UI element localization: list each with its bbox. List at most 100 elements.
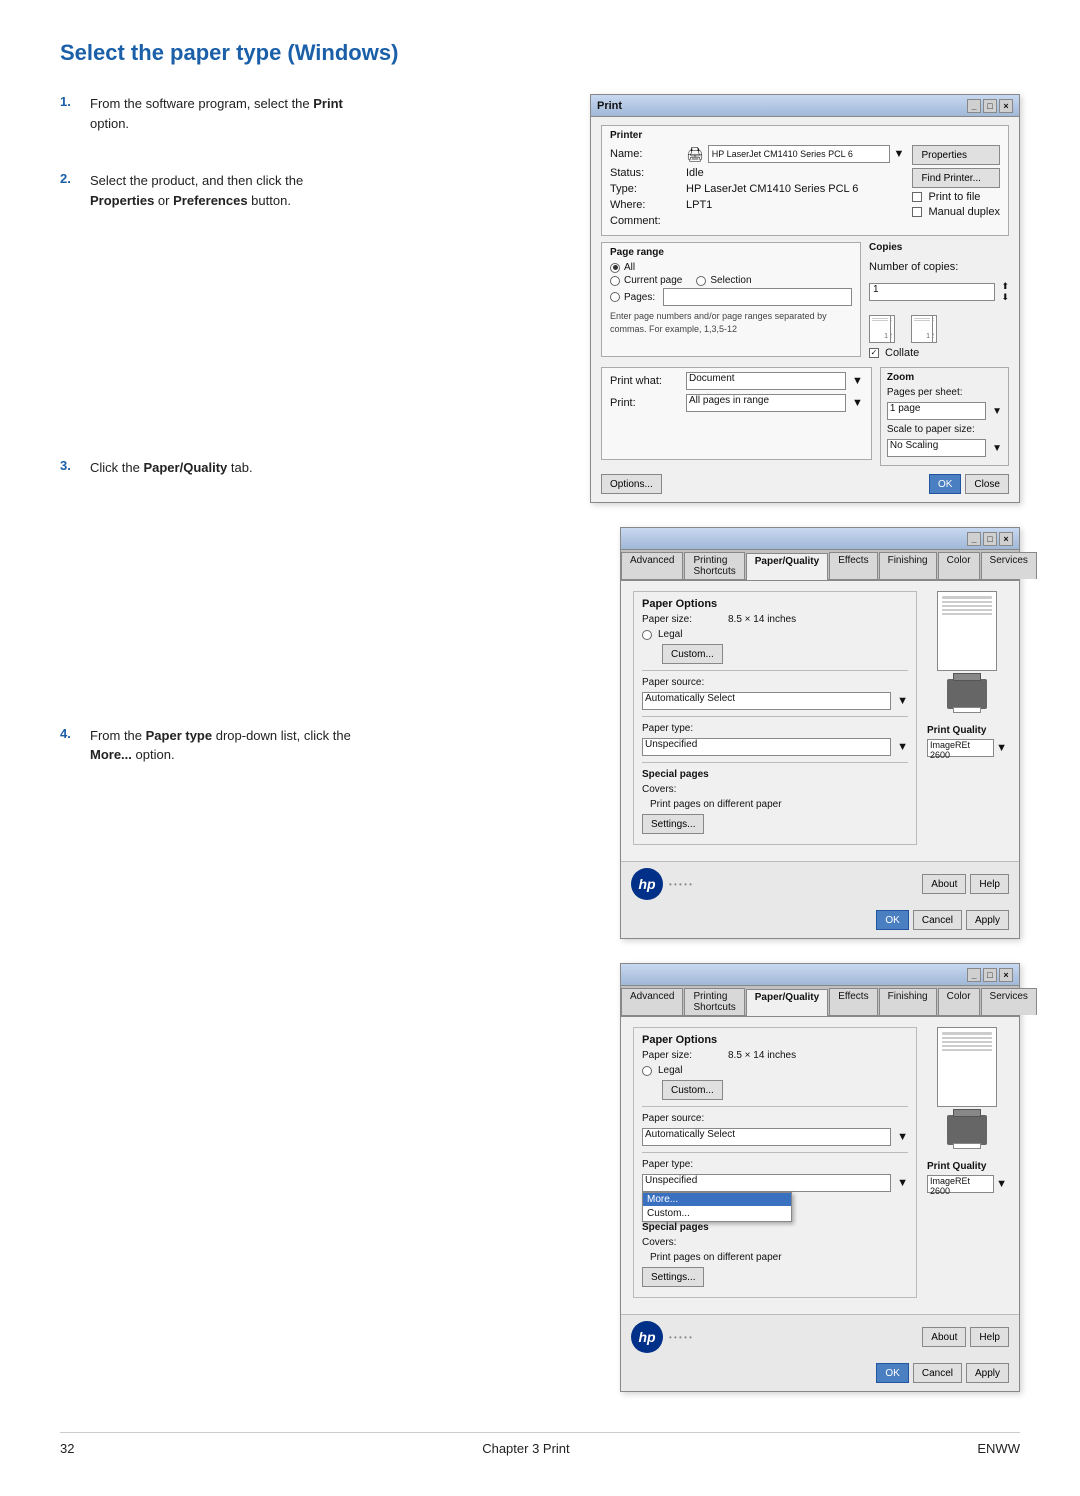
pq-ok-button-2[interactable]: OK	[876, 1363, 908, 1383]
titlebar-buttons[interactable]: _ □ ×	[967, 99, 1013, 113]
special-pages-label-2: Special pages	[642, 1222, 709, 1233]
all-radio[interactable]	[610, 263, 620, 273]
manual-duplex-checkbox[interactable]	[912, 207, 922, 217]
ok-button[interactable]: OK	[929, 474, 961, 494]
brand-label: ENWW	[977, 1441, 1020, 1456]
pq-cancel-button-1[interactable]: Cancel	[913, 910, 962, 930]
manual-duplex-label: Manual duplex	[928, 206, 1000, 218]
tab-color-2[interactable]: Color	[938, 988, 980, 1015]
print-what-label: Print what:	[610, 375, 680, 387]
pq-titlebar-buttons-2[interactable]: _ □ ×	[967, 968, 1013, 982]
printer-name-input[interactable]: HP LaserJet CM1410 Series PCL 6	[708, 145, 890, 163]
selection-radio[interactable]	[696, 276, 706, 286]
legal-radio-1[interactable]	[642, 630, 652, 640]
step-3-number: 3.	[60, 458, 84, 473]
hp-logo-2: hp	[631, 1321, 663, 1353]
options-button[interactable]: Options...	[601, 474, 662, 494]
tab-color-1[interactable]: Color	[938, 552, 980, 579]
selection-label: Selection	[710, 275, 751, 286]
pq-maximize-btn-1[interactable]: □	[983, 532, 997, 546]
pq-footer-buttons-2: About Help	[922, 1327, 1009, 1347]
legal-radio-2[interactable]	[642, 1066, 652, 1076]
tab-finishing-2[interactable]: Finishing	[879, 988, 937, 1015]
pq-dialog-1-ok-row: OK Cancel Apply	[621, 906, 1019, 938]
pages-per-sheet-label: Pages per sheet:	[887, 387, 963, 398]
tab-paper-quality-2[interactable]: Paper/Quality	[746, 989, 828, 1016]
collate-checkbox[interactable]	[869, 348, 879, 358]
printer-preview-icon-1	[947, 679, 987, 709]
minimize-btn[interactable]: _	[967, 99, 981, 113]
scale-select[interactable]: No Scaling	[887, 439, 986, 457]
all-label: All	[624, 262, 635, 273]
settings-button-1[interactable]: Settings...	[642, 814, 704, 834]
custom-button-1[interactable]: Custom...	[662, 644, 723, 664]
paper-source-select-2[interactable]: Automatically Select	[642, 1128, 891, 1146]
pages-input[interactable]	[663, 288, 852, 306]
scale-label: Scale to paper size:	[887, 424, 975, 435]
pq-cancel-button-2[interactable]: Cancel	[913, 1363, 962, 1383]
help-button-2[interactable]: Help	[970, 1327, 1009, 1347]
pq-apply-button-2[interactable]: Apply	[966, 1363, 1009, 1383]
step-4-block: 4. From the Paper type drop-down list, c…	[60, 726, 370, 779]
pq-ok-button-1[interactable]: OK	[876, 910, 908, 930]
print-label: Print:	[610, 397, 680, 409]
spinner-icon[interactable]: ⬆⬇	[1001, 281, 1009, 303]
pq-titlebar-buttons-1[interactable]: _ □ ×	[967, 532, 1013, 546]
settings-button-2[interactable]: Settings...	[642, 1267, 704, 1287]
paper-type-select-2[interactable]: Unspecified	[642, 1174, 891, 1192]
custom-button-2[interactable]: Custom...	[662, 1080, 723, 1100]
step-1-number: 1.	[60, 94, 84, 109]
chapter-label: Chapter 3 Print	[482, 1441, 569, 1456]
pq-close-btn-2[interactable]: ×	[999, 968, 1013, 982]
page-range-title: Page range	[610, 247, 852, 258]
pq-close-btn-1[interactable]: ×	[999, 532, 1013, 546]
tab-printing-shortcuts-2[interactable]: Printing Shortcuts	[684, 988, 744, 1015]
zoom-section: Zoom Pages per sheet: 1 page ▼ Scale to …	[880, 367, 1009, 466]
find-printer-button[interactable]: Find Printer...	[912, 168, 1000, 188]
help-button-1[interactable]: Help	[970, 874, 1009, 894]
paper-preview-1	[937, 591, 997, 671]
tab-paper-quality-1[interactable]: Paper/Quality	[746, 553, 828, 580]
tab-effects-1[interactable]: Effects	[829, 552, 877, 579]
print-select[interactable]: All pages in range	[686, 394, 846, 412]
pages-per-sheet-select[interactable]: 1 page	[887, 402, 986, 420]
close-btn[interactable]: ×	[999, 99, 1013, 113]
num-copies-input[interactable]: 1	[869, 283, 995, 301]
paper-size-value-2: 8.5 × 14 inches	[728, 1050, 796, 1061]
pq-dialog-1-footer: hp • • • • • About Help	[621, 861, 1019, 906]
tab-services-2[interactable]: Services	[981, 988, 1037, 1015]
print-to-file-checkbox[interactable]	[912, 192, 922, 202]
print-quality-select-1[interactable]: ImageREt 2600	[927, 739, 994, 757]
current-page-radio[interactable]	[610, 276, 620, 286]
paper-options-label-1: Paper Options	[642, 598, 908, 610]
tab-advanced-2[interactable]: Advanced	[621, 988, 683, 1015]
pq-minimize-btn-1[interactable]: _	[967, 532, 981, 546]
pq-dialog-2-footer: hp • • • • • About Help	[621, 1314, 1019, 1359]
print-quality-section-1: Print Quality ImageREt 2600 ▼	[927, 725, 1007, 761]
close-button[interactable]: Close	[965, 474, 1009, 494]
tab-services-1[interactable]: Services	[981, 552, 1037, 579]
pages-radio[interactable]	[610, 292, 620, 302]
pq-apply-button-1[interactable]: Apply	[966, 910, 1009, 930]
print-what-select[interactable]: Document	[686, 372, 846, 390]
tab-printing-shortcuts-1[interactable]: Printing Shortcuts	[684, 552, 744, 579]
maximize-btn[interactable]: □	[983, 99, 997, 113]
legal-label-1: Legal	[658, 629, 682, 640]
properties-button[interactable]: Properties	[912, 145, 1000, 165]
paper-source-select-1[interactable]: Automatically Select	[642, 692, 891, 710]
step-2-block: 2. Select the product, and then click th…	[60, 171, 370, 224]
tab-advanced-1[interactable]: Advanced	[621, 552, 683, 579]
type-value: HP LaserJet CM1410 Series PCL 6	[686, 183, 858, 195]
about-button-1[interactable]: About	[922, 874, 966, 894]
about-button-2[interactable]: About	[922, 1327, 966, 1347]
tab-effects-2[interactable]: Effects	[829, 988, 877, 1015]
pq-dialog-1-body: Paper Options Paper size: 8.5 × 14 inche…	[621, 581, 1019, 861]
dropdown-more-item[interactable]: More...	[643, 1193, 791, 1206]
tab-finishing-1[interactable]: Finishing	[879, 552, 937, 579]
paper-type-select-1[interactable]: Unspecified	[642, 738, 891, 756]
print-quality-select-2[interactable]: ImageREt 2600	[927, 1175, 994, 1193]
dropdown-custom-item[interactable]: Custom...	[643, 1206, 791, 1221]
pq-maximize-btn-2[interactable]: □	[983, 968, 997, 982]
pq-minimize-btn-2[interactable]: _	[967, 968, 981, 982]
paper-type-dropdown-2[interactable]: More... Custom...	[642, 1192, 792, 1222]
